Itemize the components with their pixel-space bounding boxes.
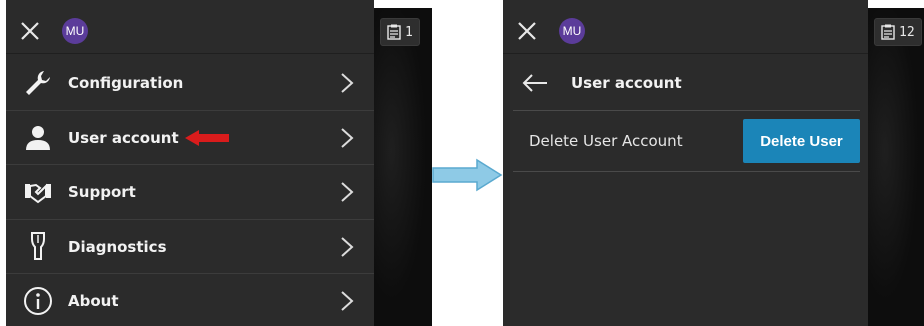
tab-count: 1 bbox=[405, 24, 413, 40]
delete-user-button[interactable]: Delete User bbox=[743, 119, 860, 163]
flow-arrow-icon bbox=[432, 158, 503, 192]
menu-item-support[interactable]: Support bbox=[6, 165, 374, 220]
clipboard-icon bbox=[387, 24, 401, 40]
delete-account-label: Delete User Account bbox=[529, 132, 683, 150]
page-title: User account bbox=[571, 74, 682, 92]
back-arrow-icon[interactable] bbox=[521, 73, 549, 93]
left-top-bar: MU bbox=[6, 8, 374, 54]
user-account-screen: MU User account Delete User Account Dele… bbox=[503, 0, 868, 326]
left-background-image: 1 bbox=[374, 8, 432, 326]
settings-menu: Configuration User account Support Diagn… bbox=[6, 56, 374, 326]
avatar[interactable]: MU bbox=[62, 17, 88, 44]
divider bbox=[513, 171, 860, 172]
close-icon[interactable] bbox=[18, 19, 42, 43]
page-header: User account bbox=[503, 56, 868, 110]
menu-item-diagnostics[interactable]: Diagnostics bbox=[6, 220, 374, 275]
info-icon bbox=[18, 281, 58, 321]
handshake-icon bbox=[18, 172, 58, 212]
menu-item-label: Support bbox=[68, 183, 136, 202]
chevron-right-icon bbox=[341, 73, 354, 93]
delete-account-row: Delete User Account Delete User bbox=[503, 111, 868, 171]
right-background-image: 12 bbox=[868, 8, 924, 326]
chevron-right-icon bbox=[341, 291, 354, 311]
clipboard-icon bbox=[881, 24, 895, 40]
clipboard-tab[interactable]: 1 bbox=[380, 18, 420, 46]
chevron-right-icon bbox=[341, 182, 354, 202]
menu-item-about[interactable]: About bbox=[6, 274, 374, 326]
probe-icon bbox=[18, 227, 58, 267]
chevron-right-icon bbox=[341, 128, 354, 148]
menu-item-label: Configuration bbox=[68, 74, 184, 93]
menu-item-configuration[interactable]: Configuration bbox=[6, 56, 374, 111]
menu-item-user-account[interactable]: User account bbox=[6, 111, 374, 166]
highlight-arrow-icon bbox=[184, 129, 229, 146]
menu-item-label: Diagnostics bbox=[68, 237, 167, 256]
avatar[interactable]: MU bbox=[559, 17, 585, 44]
right-top-bar: MU bbox=[503, 8, 868, 54]
clipboard-tab[interactable]: 12 bbox=[874, 18, 922, 46]
menu-item-label: About bbox=[68, 292, 119, 311]
left-menu-screen: MU Configuration User account Support Di… bbox=[6, 0, 374, 326]
menu-item-label: User account bbox=[68, 128, 179, 147]
close-icon[interactable] bbox=[515, 19, 539, 43]
chevron-right-icon bbox=[341, 237, 354, 257]
wrench-icon bbox=[18, 63, 58, 103]
user-icon bbox=[18, 118, 58, 158]
tab-count: 12 bbox=[899, 24, 915, 40]
